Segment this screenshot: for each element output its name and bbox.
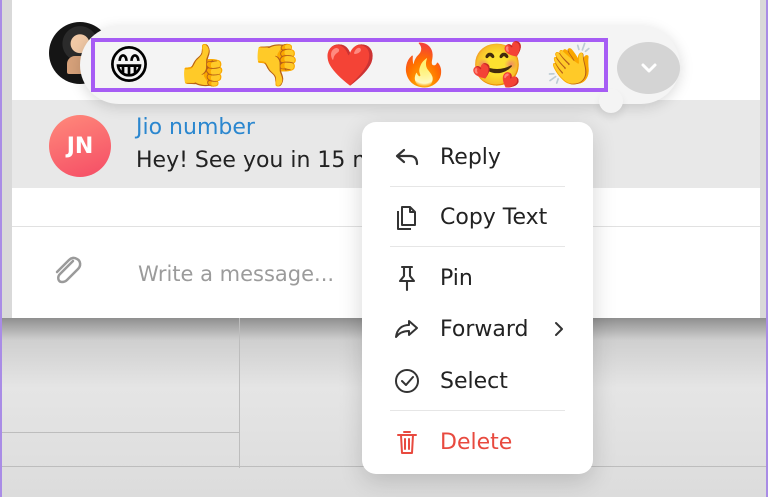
- menu-divider: [390, 186, 565, 187]
- checkmark-circle-icon: [395, 369, 419, 393]
- reaction-bar-tail: [599, 89, 623, 113]
- pin-label: Pin: [440, 265, 473, 291]
- pin-icon: [398, 265, 416, 292]
- telegram-window: JN Jio number Hey! See you in 15 m 😁 👍 👎…: [0, 0, 768, 497]
- chevron-right-icon: [555, 322, 563, 336]
- pin-menu-item[interactable]: Pin: [362, 249, 593, 307]
- message-input[interactable]: [136, 255, 380, 293]
- forward-icon: [395, 320, 418, 338]
- delete-menu-item[interactable]: Delete: [362, 413, 593, 471]
- chevron-down-icon: [641, 63, 656, 73]
- forward-menu-item[interactable]: Forward: [362, 300, 593, 358]
- background-divider-horizontal: [2, 432, 239, 433]
- delete-label: Delete: [440, 429, 513, 455]
- menu-divider: [390, 246, 565, 247]
- copy-text-menu-item[interactable]: Copy Text: [362, 188, 593, 246]
- fire-emoji[interactable]: 🔥: [395, 42, 453, 88]
- reply-icon: [395, 148, 419, 166]
- menu-divider: [390, 410, 565, 411]
- select-label: Select: [440, 368, 508, 394]
- message-text: Hey! See you in 15 m: [136, 148, 374, 173]
- reply-label: Reply: [440, 144, 501, 170]
- red-heart-emoji[interactable]: ❤️: [321, 42, 379, 88]
- grinning-face-emoji[interactable]: 😁: [100, 42, 158, 88]
- contact-avatar: JN: [49, 115, 111, 177]
- clapping-hands-emoji[interactable]: 👏: [542, 42, 600, 88]
- smiling-face-with-hearts-emoji[interactable]: 🥰: [468, 42, 526, 88]
- copy-icon: [397, 206, 416, 230]
- forward-label: Forward: [440, 316, 529, 342]
- sender-name: Jio number: [136, 115, 255, 140]
- paperclip-icon[interactable]: [48, 251, 88, 291]
- background-divider-vertical: [239, 318, 240, 468]
- select-menu-item[interactable]: Select: [362, 352, 593, 410]
- thumbs-down-emoji[interactable]: 👎: [247, 42, 305, 88]
- thumbs-up-emoji[interactable]: 👍: [174, 42, 232, 88]
- trash-icon: [397, 431, 417, 454]
- copy-text-label: Copy Text: [440, 204, 548, 230]
- more-reactions-button[interactable]: [617, 42, 680, 94]
- reply-menu-item[interactable]: Reply: [362, 128, 593, 186]
- highlighted-reactions: 😁 👍 👎 ❤️ 🔥 🥰 👏: [91, 38, 608, 92]
- message-context-menu: Reply Copy Text Pin Forward Select Delet…: [362, 122, 593, 474]
